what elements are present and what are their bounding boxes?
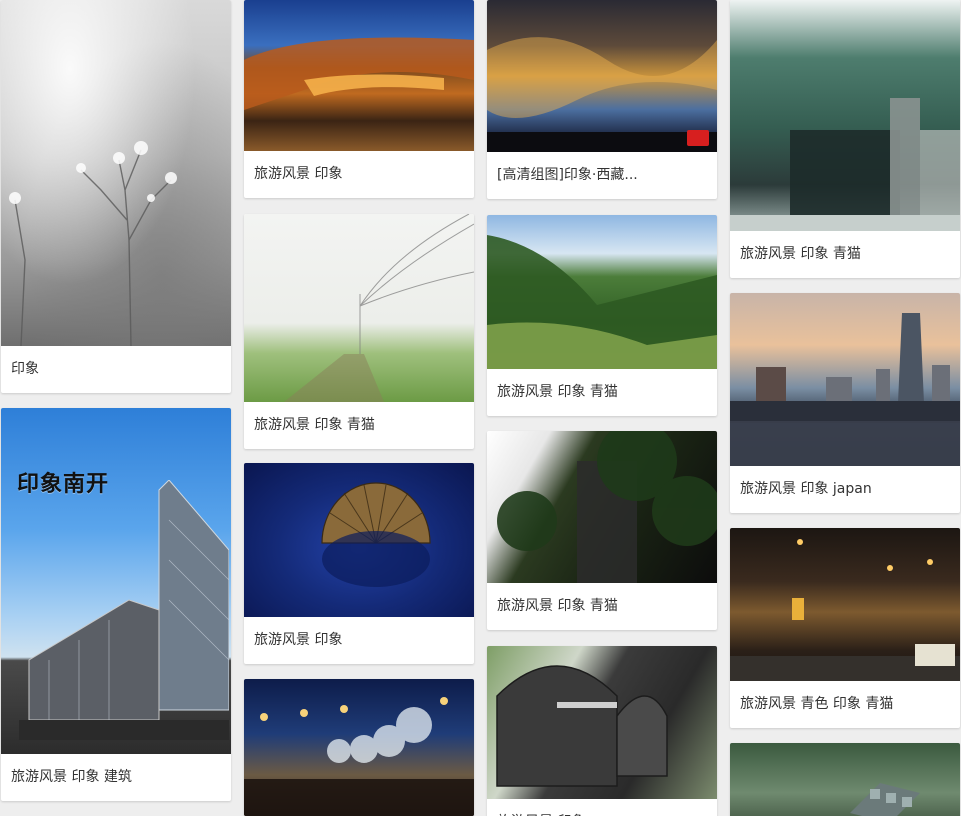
photo-thumbnail[interactable] [244,679,474,816]
photo-thumbnail[interactable] [244,214,474,402]
photo-card-rock-arch[interactable]: 旅游风景 印象 [244,0,474,198]
photo-card-foggy-field[interactable]: 旅游风景 印象 青猫 [244,214,474,449]
photo-card-rubik-cube[interactable] [730,743,960,816]
photo-card-tibet-clouds[interactable]: [高清组图]印象·西藏... [487,0,717,199]
photo-caption[interactable]: 旅游风景 印象 青猫 [487,583,717,630]
photo-caption[interactable]: 旅游风景 印象 青猫 [487,369,717,416]
photo-caption[interactable]: 旅游风景 印象 青猫 [244,402,474,449]
photo-thumbnail[interactable] [1,0,231,346]
photo-caption[interactable]: 旅游风景 印象 japan [730,466,960,513]
watermark-logo-icon [687,130,709,146]
photo-thumbnail[interactable] [487,0,717,152]
photo-card-mist-flowers[interactable]: 印象 [1,0,231,393]
photo-card-temple-gate[interactable]: 旅游风景 印象 青猫 [730,0,960,278]
photo-card-lantern-festival[interactable] [244,679,474,816]
photo-thumbnail[interactable] [730,743,960,816]
photo-card-ammonite[interactable]: 旅游风景 印象 [244,463,474,664]
photo-card-night-street[interactable]: 旅游风景 青色 印象 青猫 [730,528,960,728]
photo-caption[interactable]: 旅游风景 印象 建筑 [1,754,231,801]
photo-caption[interactable]: 旅游风景 青色 印象 青猫 [730,681,960,728]
photo-caption[interactable]: 旅游风景 印象 [244,617,474,664]
photo-thumbnail[interactable] [487,431,717,583]
photo-thumbnail[interactable] [244,0,474,151]
photo-caption[interactable]: [高清组图]印象·西藏... [487,152,717,199]
photo-thumbnail[interactable] [487,215,717,369]
waterfall-grid: 印象 印象南开 旅游风景 印象 建筑 旅游风景 印象 旅游风景 印象 青猫 旅游… [0,0,961,816]
photo-caption[interactable]: 印象 [1,346,231,393]
photo-card-old-building[interactable]: 旅游风景 印象 青猫 [487,431,717,630]
photo-caption[interactable]: 旅游风景 印象 [487,799,717,816]
photo-thumbnail[interactable] [244,463,474,617]
photo-thumbnail[interactable] [730,528,960,681]
nankai-logo-text: 印象南开 [17,471,110,497]
photo-caption[interactable]: 旅游风景 印象 青猫 [730,231,960,278]
photo-card-nankai-building[interactable]: 印象南开 旅游风景 印象 建筑 [1,408,231,801]
photo-card-mailboxes[interactable]: 旅游风景 印象 [487,646,717,816]
photo-thumbnail[interactable] [730,293,960,466]
photo-caption[interactable]: 旅游风景 印象 [244,151,474,198]
photo-card-green-valley[interactable]: 旅游风景 印象 青猫 [487,215,717,416]
photo-thumbnail[interactable] [730,0,960,231]
photo-card-yokohama-harbor[interactable]: 旅游风景 印象 japan [730,293,960,513]
photo-thumbnail[interactable] [487,646,717,799]
photo-thumbnail[interactable]: 印象南开 [1,408,231,754]
